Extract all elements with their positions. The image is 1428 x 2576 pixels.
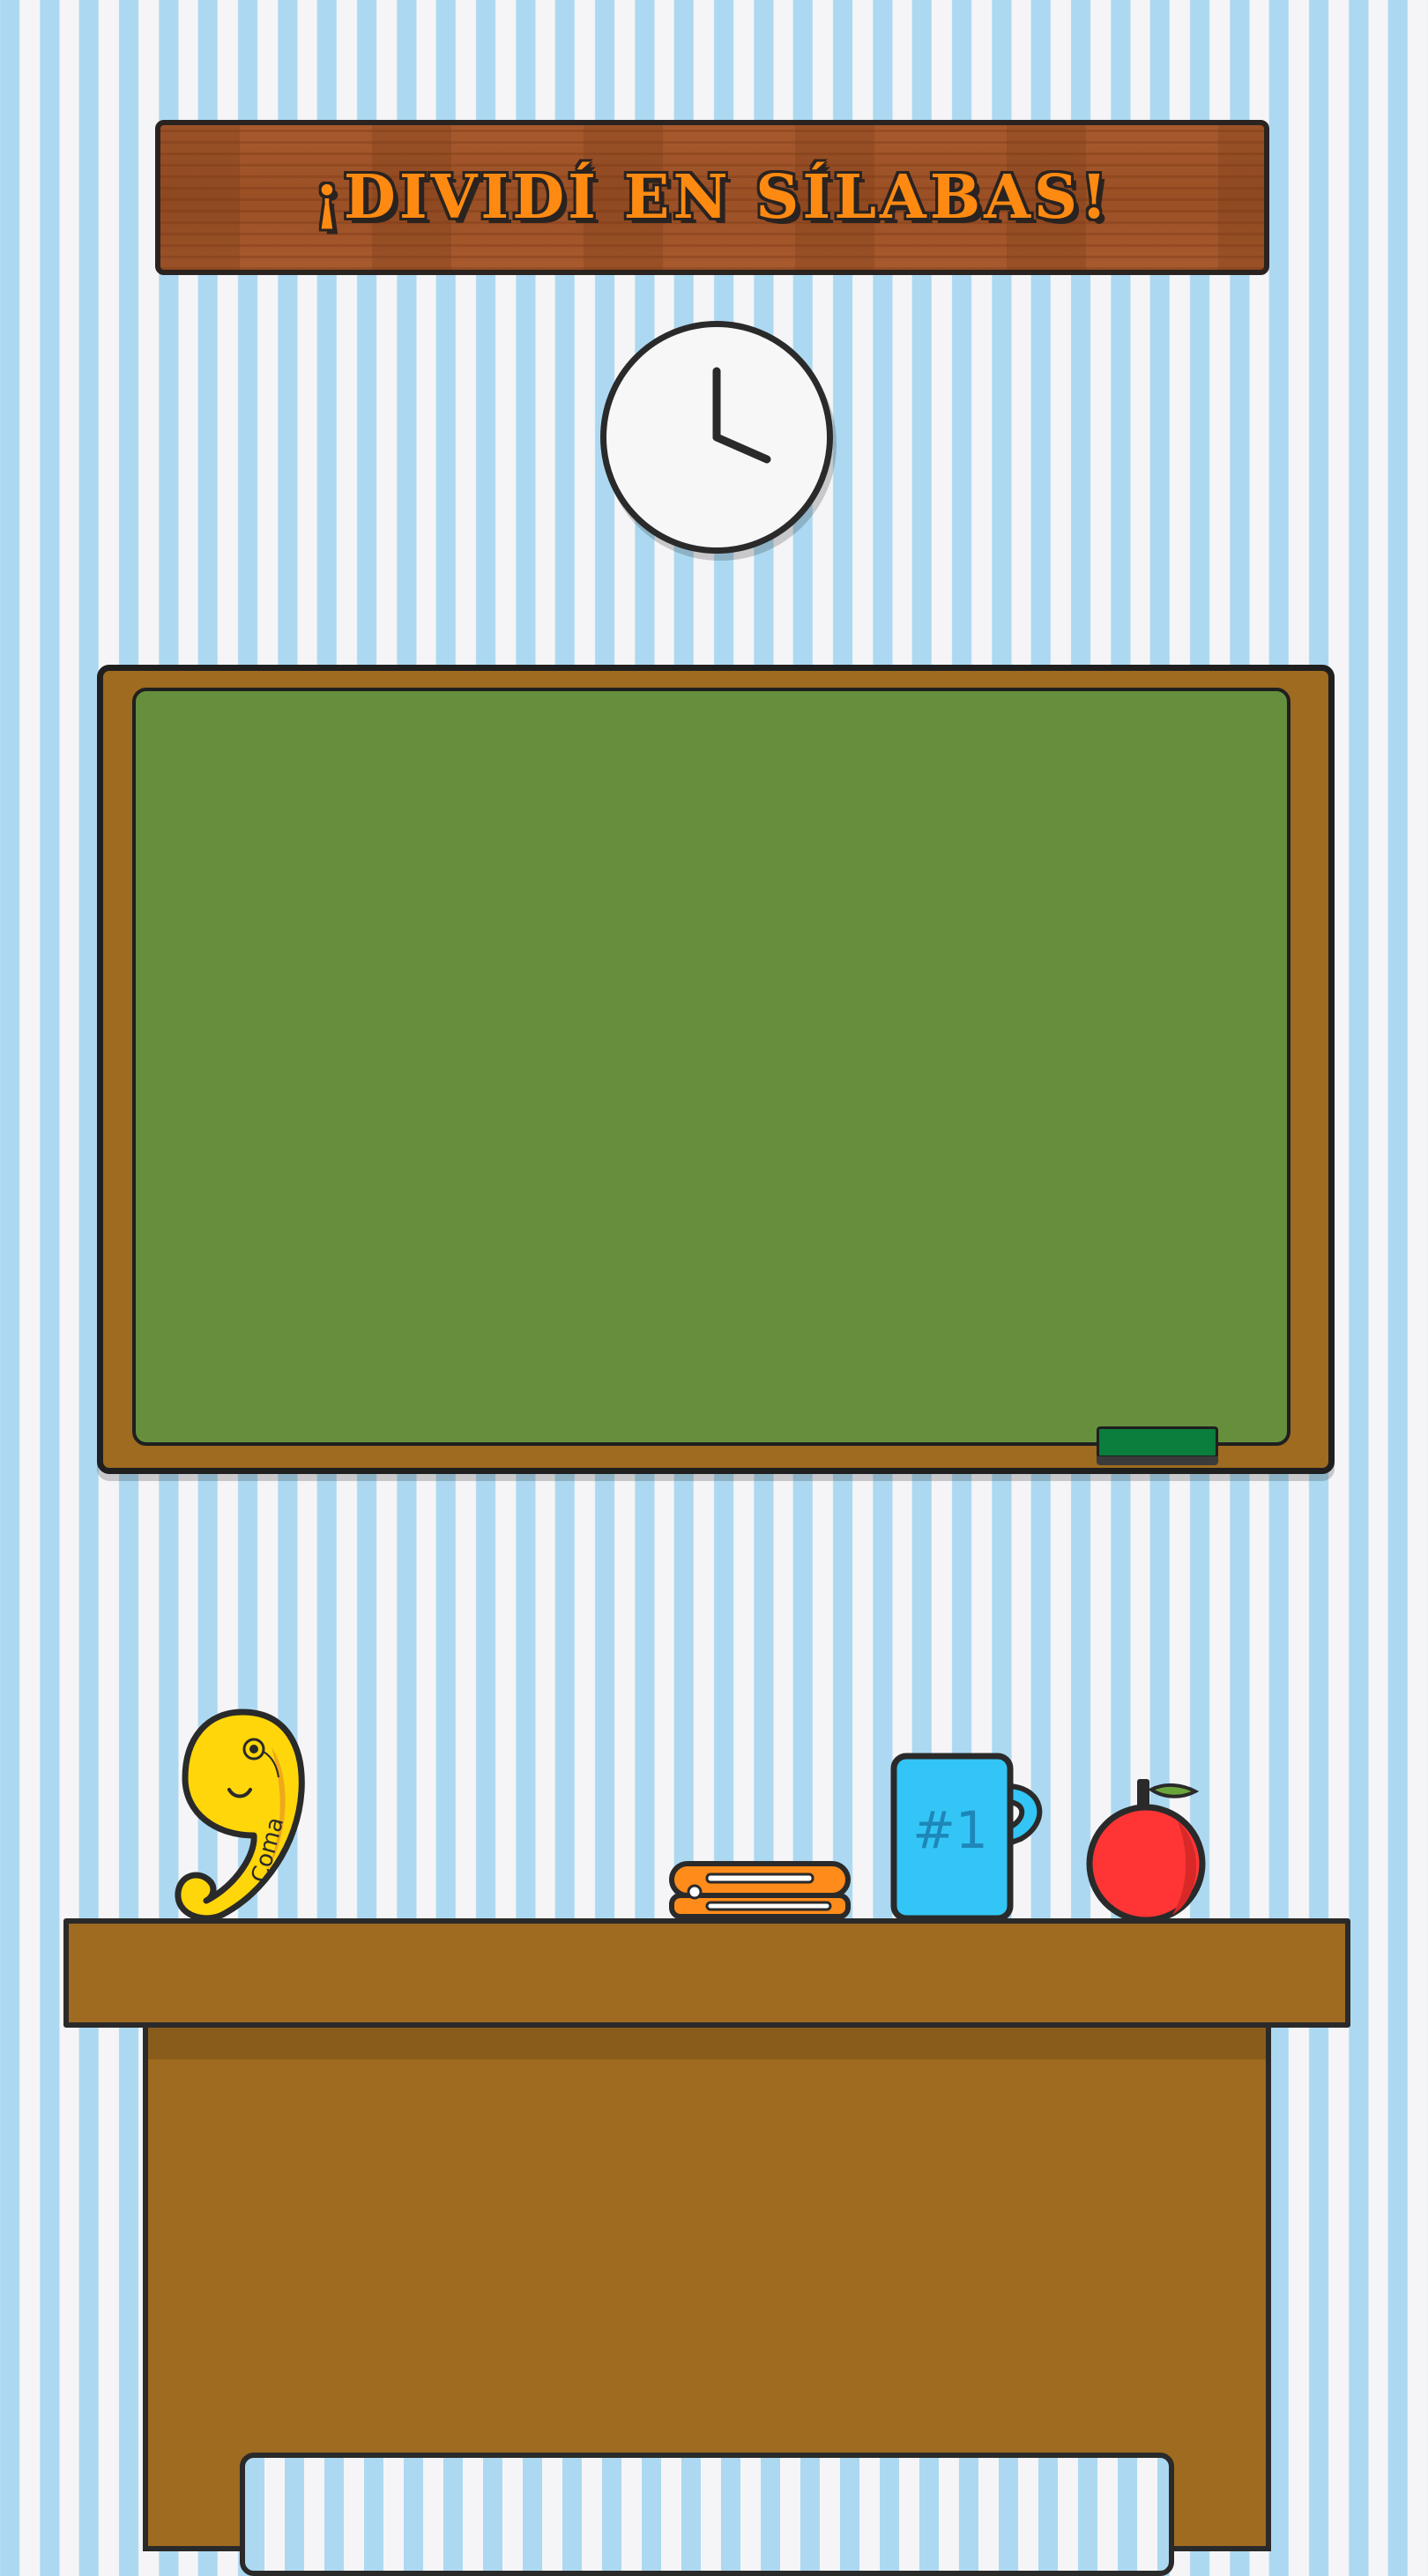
- clock-icon: [600, 321, 833, 554]
- apple-icon: [1081, 1774, 1213, 1925]
- stapler-icon: [666, 1857, 860, 1924]
- chalkboard[interactable]: [132, 688, 1290, 1446]
- title-sign: ¡DIVIDÍ EN SÍLABAS!: [155, 120, 1269, 275]
- desk-opening: [240, 2453, 1174, 2576]
- comma-mascot-icon: Coma: [167, 1703, 317, 1924]
- page-title: ¡DIVIDÍ EN SÍLABAS!: [314, 162, 1111, 233]
- clock-hour-hand: [712, 433, 771, 464]
- desk-top: [63, 1918, 1350, 2028]
- mug-label: #1: [912, 1800, 988, 1860]
- eraser-base: [1097, 1456, 1218, 1465]
- desk-shadow: [148, 2022, 1266, 2059]
- mug-icon: #1: [889, 1751, 1056, 1924]
- eraser-icon: [1097, 1426, 1218, 1458]
